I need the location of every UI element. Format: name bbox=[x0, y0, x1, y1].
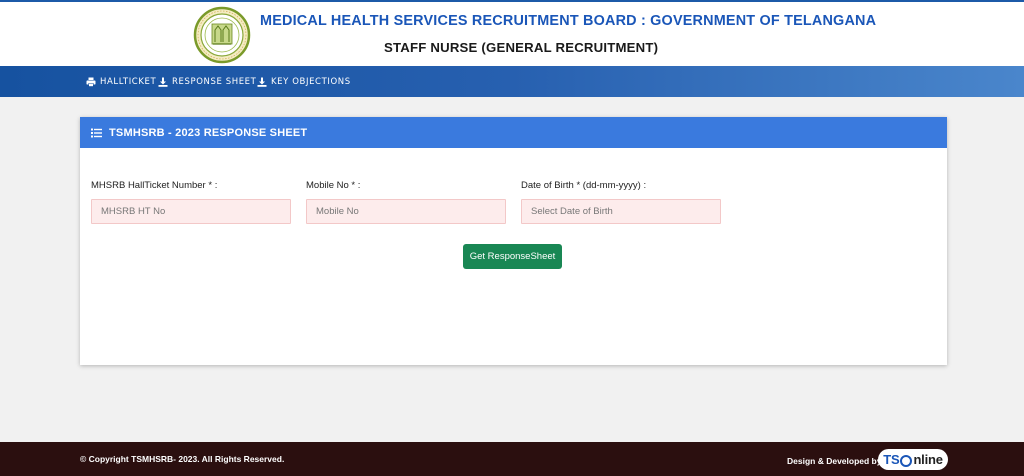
mobile-input[interactable] bbox=[306, 199, 506, 224]
brand-o-ring bbox=[900, 454, 913, 467]
tsonline-logo[interactable]: TS nline bbox=[878, 449, 948, 470]
mobile-label: Mobile No * : bbox=[306, 180, 361, 191]
telangana-emblem-icon bbox=[193, 6, 251, 64]
download-icon bbox=[257, 77, 267, 87]
nav-hallticket[interactable]: HALLTICKET bbox=[86, 75, 156, 89]
nav-response-sheet[interactable]: RESPONSE SHEET bbox=[158, 75, 256, 89]
nav-response-sheet-label: RESPONSE SHEET bbox=[172, 77, 257, 87]
download-icon bbox=[158, 77, 168, 87]
site-header: MEDICAL HEALTH SERVICES RECRUITMENT BOAR… bbox=[0, 2, 1024, 66]
dob-input[interactable] bbox=[521, 199, 721, 224]
brand-prefix: TS bbox=[883, 452, 900, 467]
card-title: TSMHSRB - 2023 RESPONSE SHEET bbox=[109, 126, 308, 139]
navbar: HALLTICKET RESPONSE SHEET KEY OBJECTIONS bbox=[0, 66, 1024, 97]
nav-key-objections-label: KEY OBJECTIONS bbox=[271, 77, 351, 87]
get-responsesheet-button[interactable]: Get ResponseSheet bbox=[463, 244, 562, 269]
response-sheet-card: TSMHSRB - 2023 RESPONSE SHEET bbox=[80, 117, 947, 365]
nav-hallticket-label: HALLTICKET bbox=[100, 77, 157, 87]
hallticket-input[interactable] bbox=[91, 199, 291, 224]
nav-key-objections[interactable]: KEY OBJECTIONS bbox=[257, 75, 351, 89]
recruitment-subtitle: STAFF NURSE (GENERAL RECRUITMENT) bbox=[384, 40, 659, 55]
developed-by-label: Design & Developed by bbox=[787, 456, 882, 466]
site-footer: © Copyright TSMHSRB- 2023. All Rights Re… bbox=[0, 442, 1024, 476]
dob-label: Date of Birth * (dd-mm-yyyy) : bbox=[521, 180, 647, 191]
board-title: MEDICAL HEALTH SERVICES RECRUITMENT BOAR… bbox=[260, 13, 877, 29]
hallticket-label: MHSRB HallTicket Number * : bbox=[91, 180, 218, 191]
printer-icon bbox=[86, 77, 96, 87]
card-header: TSMHSRB - 2023 RESPONSE SHEET bbox=[80, 117, 947, 148]
copyright-text: © Copyright TSMHSRB- 2023. All Rights Re… bbox=[80, 454, 285, 464]
brand-suffix: nline bbox=[913, 452, 943, 467]
list-icon bbox=[91, 128, 102, 137]
